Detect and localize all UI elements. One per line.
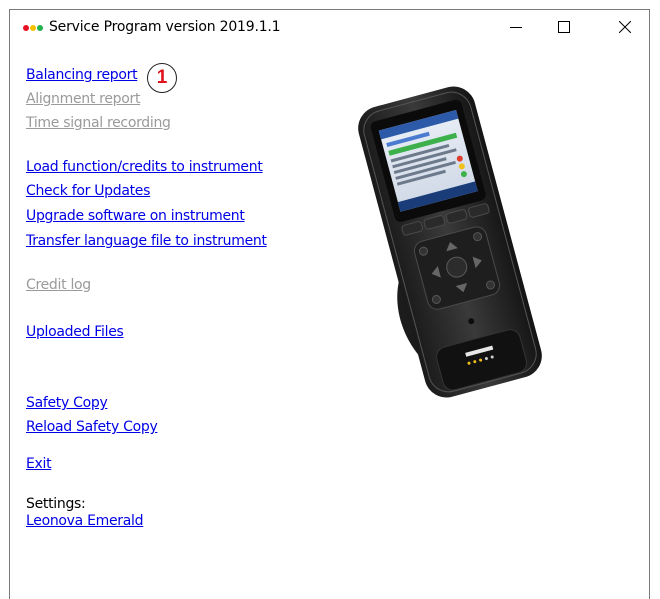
exit-link[interactable]: Exit [26,456,52,472]
settings-label: Settings: [26,496,86,512]
maximize-button[interactable] [541,10,587,44]
minimize-button[interactable] [493,10,539,44]
title-bar[interactable]: Service Program version 2019.1.1 [10,10,649,46]
balancing-report-link[interactable]: Balancing report [26,67,138,83]
check-updates-link[interactable]: Check for Updates [26,183,150,199]
app-window: Service Program version 2019.1.1 Balanci… [9,9,650,599]
load-function-link[interactable]: Load function/credits to instrument [26,159,263,175]
upgrade-software-link[interactable]: Upgrade software on instrument [26,208,245,224]
instrument-image [358,86,542,398]
maximize-icon [558,21,570,33]
safety-copy-link[interactable]: Safety Copy [26,395,108,411]
close-button[interactable] [602,10,648,44]
credit-log-link: Credit log [26,277,91,293]
close-icon [619,21,631,33]
settings-value-link[interactable]: Leonova Emerald [26,513,144,529]
time-signal-recording-link: Time signal recording [26,115,171,131]
minimize-icon [510,27,522,28]
app-icon [23,24,45,32]
alignment-report-link: Alignment report [26,91,141,107]
reload-safety-copy-link[interactable]: Reload Safety Copy [26,419,158,435]
transfer-language-link[interactable]: Transfer language file to instrument [26,233,267,249]
uploaded-files-link[interactable]: Uploaded Files [26,324,124,340]
step-marker: 1 [147,63,177,93]
window-title: Service Program version 2019.1.1 [49,19,281,35]
